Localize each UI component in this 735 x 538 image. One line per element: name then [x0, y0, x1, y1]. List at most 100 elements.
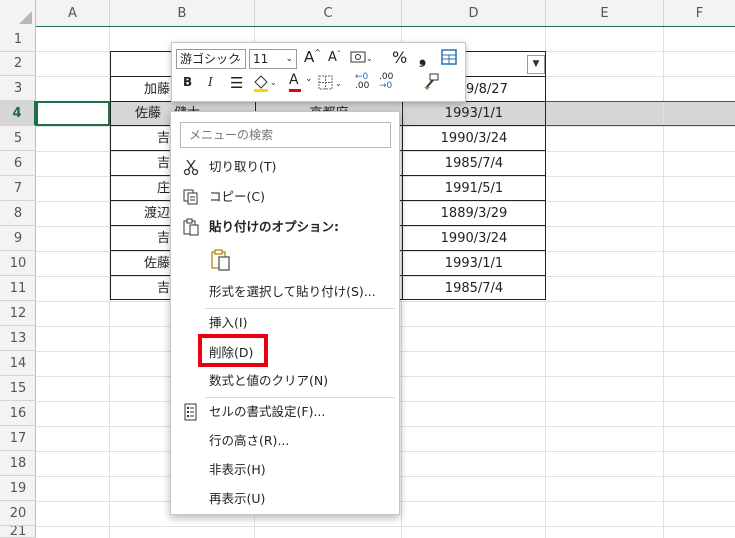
borders-button[interactable]: ⌄: [318, 74, 344, 95]
menu-item-row-height[interactable]: 行の高さ(R)...: [171, 429, 399, 453]
menu-item-hide[interactable]: 非表示(H): [171, 458, 399, 482]
menu-item-paste-special-label: 形式を選択して貼り付け(S)...: [209, 284, 376, 299]
row-header-8[interactable]: 8: [0, 201, 36, 226]
column-header-a[interactable]: A: [36, 0, 110, 27]
chevron-down-icon: ⌄: [305, 74, 313, 84]
column-header-f[interactable]: F: [664, 0, 735, 27]
menu-item-hide-label: 非表示(H): [209, 462, 266, 477]
grow-font-icon: A: [304, 48, 315, 66]
cell-b10[interactable]: 佐藤: [110, 251, 170, 276]
borders-icon: ⌄: [318, 75, 342, 90]
column-header-b[interactable]: B: [110, 0, 255, 27]
menu-item-clear-contents[interactable]: 数式と値のクリア(N): [171, 369, 399, 393]
paste-option-button[interactable]: [171, 245, 399, 275]
menu-item-unhide-label: 再表示(U): [209, 491, 266, 506]
delete-highlight-box: [198, 334, 268, 367]
row-header-16[interactable]: 16: [0, 401, 36, 426]
menu-item-cut[interactable]: 切り取り(T): [171, 155, 399, 179]
row-header-4[interactable]: 4: [0, 101, 36, 126]
cell-b7[interactable]: 庄: [110, 176, 170, 201]
format-table-button[interactable]: [440, 48, 458, 69]
fill-color-icon: ⌄: [254, 75, 277, 92]
cell-b9[interactable]: 吉: [110, 226, 170, 251]
format-cells-icon: [184, 403, 197, 421]
row-header-19[interactable]: 19: [0, 476, 36, 501]
cell-d9[interactable]: 1990/3/24: [403, 226, 545, 251]
font-size-combo[interactable]: 11 ⌄: [249, 49, 297, 69]
row-header-14[interactable]: 14: [0, 351, 36, 376]
format-painter-button[interactable]: [422, 73, 440, 94]
comma-style-button[interactable]: ❟: [419, 47, 426, 68]
cell-b8[interactable]: 渡辺: [110, 201, 170, 226]
row-header-9[interactable]: 9: [0, 226, 36, 251]
row-header-7[interactable]: 7: [0, 176, 36, 201]
select-all-corner[interactable]: [0, 0, 36, 27]
font-size-value: 11: [253, 52, 269, 66]
row-header-3[interactable]: 3: [0, 76, 36, 101]
row-header-10[interactable]: 10: [0, 251, 36, 276]
percent-icon: %: [392, 48, 408, 67]
column-header-d[interactable]: D: [402, 0, 546, 27]
font-name-combo[interactable]: 游ゴシック ⌄: [176, 49, 246, 69]
menu-item-paste-special[interactable]: 形式を選択して貼り付け(S)...: [171, 280, 399, 304]
fill-color-button[interactable]: ⌄: [252, 73, 280, 96]
row-header-5[interactable]: 5: [0, 126, 36, 151]
menu-item-insert-label: 挿入(I): [209, 315, 248, 330]
number-format-button[interactable]: ⌄: [350, 49, 373, 68]
shrink-font-button[interactable]: Aˇ: [328, 50, 341, 65]
italic-icon: I: [208, 75, 213, 89]
paste-icon: [183, 218, 199, 236]
row-header-13[interactable]: 13: [0, 326, 36, 351]
mini-toolbar: 游ゴシック ⌄ 11 ⌄ A^ Aˇ ⌄ % ❟ B I ☰ ⌄ A ⌄ ⌄ ←…: [171, 42, 466, 102]
menu-item-format-cells[interactable]: セルの書式設定(F)...: [171, 400, 399, 424]
filter-dropdown-button[interactable]: ▼: [527, 55, 545, 74]
column-header-c[interactable]: C: [255, 0, 402, 27]
chevron-down-icon: ⌄: [285, 54, 293, 64]
menu-item-insert[interactable]: 挿入(I): [171, 311, 399, 335]
italic-button[interactable]: I: [208, 75, 213, 89]
bold-icon: B: [183, 75, 193, 89]
cell-d3[interactable]: 9/8/27: [466, 77, 545, 102]
menu-item-copy[interactable]: コピー(C): [171, 185, 399, 209]
cell-b5[interactable]: 吉: [110, 126, 170, 151]
row-header-21[interactable]: 21: [0, 526, 36, 538]
menu-item-row-height-label: 行の高さ(R)...: [209, 433, 290, 448]
cell-b3[interactable]: 加藤: [110, 77, 170, 102]
active-cell-a4[interactable]: [36, 101, 110, 126]
cell-d5[interactable]: 1990/3/24: [403, 126, 545, 151]
row-header-2[interactable]: 2: [0, 51, 36, 76]
column-header-e[interactable]: E: [546, 0, 664, 27]
bold-button[interactable]: B: [183, 75, 192, 89]
cell-b11[interactable]: 吉: [110, 276, 170, 301]
column-header-bar: A B C D E F: [0, 0, 735, 27]
decrease-decimal-button[interactable]: .00 →0: [379, 73, 393, 91]
cell-d8[interactable]: 1889/3/29: [403, 201, 545, 226]
row-header-18[interactable]: 18: [0, 451, 36, 476]
row-header-15[interactable]: 15: [0, 376, 36, 401]
menu-search-input[interactable]: メニューの検索: [180, 122, 391, 148]
row-header-1[interactable]: 1: [0, 27, 36, 52]
increase-decimal-button[interactable]: ←0.00: [355, 73, 369, 91]
cell-d6[interactable]: 1985/7/4: [403, 151, 545, 176]
menu-item-format-cells-label: セルの書式設定(F)...: [209, 404, 326, 419]
menu-item-cut-label: 切り取り(T): [209, 159, 277, 174]
svg-text:⌄: ⌄: [270, 78, 277, 87]
row-header-12[interactable]: 12: [0, 301, 36, 326]
grow-font-button[interactable]: A^: [304, 48, 321, 66]
cell-d10[interactable]: 1993/1/1: [403, 251, 545, 276]
svg-text:⌄: ⌄: [335, 79, 342, 88]
menu-item-unhide[interactable]: 再表示(U): [171, 487, 399, 511]
row-header-11[interactable]: 11: [0, 276, 36, 301]
row-header-17[interactable]: 17: [0, 426, 36, 451]
menu-separator: [205, 308, 395, 309]
font-color-button[interactable]: A ⌄: [289, 72, 313, 92]
cell-d7[interactable]: 1991/5/1: [403, 176, 545, 201]
cell-d11[interactable]: 1985/7/4: [403, 276, 545, 301]
cell-d4[interactable]: 1993/1/1: [403, 101, 545, 126]
percent-style-button[interactable]: %: [392, 48, 407, 67]
cell-b6[interactable]: 吉: [110, 151, 170, 176]
center-align-button[interactable]: ☰: [230, 74, 243, 92]
row-header-20[interactable]: 20: [0, 501, 36, 526]
row-header-6[interactable]: 6: [0, 151, 36, 176]
chevron-down-icon: ⌄: [234, 54, 242, 64]
